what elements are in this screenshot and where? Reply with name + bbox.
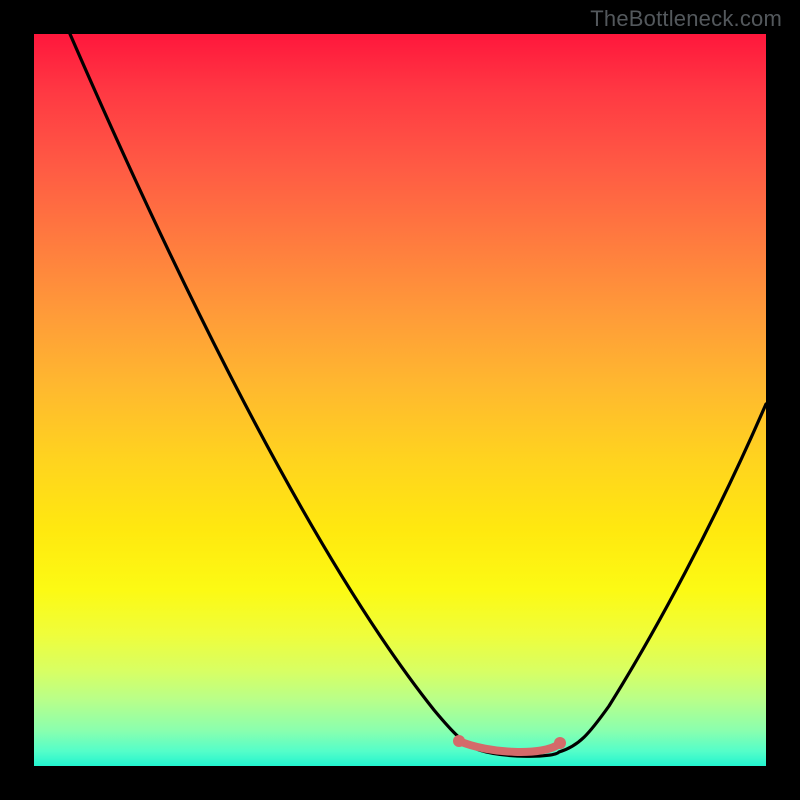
chart-frame: TheBottleneck.com (0, 0, 800, 800)
heat-gradient (34, 34, 766, 766)
watermark-text: TheBottleneck.com (590, 6, 782, 32)
plot-area (34, 34, 766, 766)
